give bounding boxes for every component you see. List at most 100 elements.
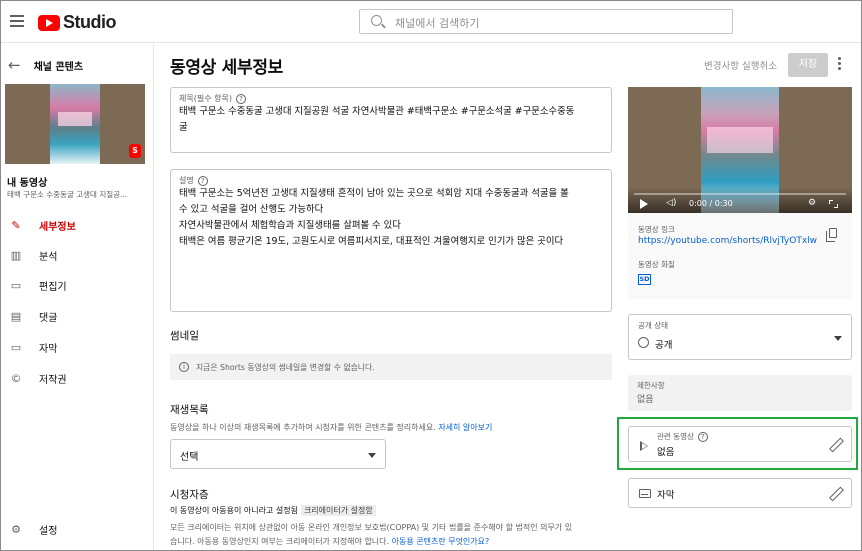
search-placeholder: 채널에서 검색하기 [395, 17, 480, 30]
dropdown-caret-icon [834, 336, 842, 341]
learn-more-link[interactable]: 자세히 알아보기 [438, 423, 492, 432]
back-arrow-icon: ← [8, 56, 21, 74]
search-icon [371, 15, 382, 26]
sidebar-item-analytics[interactable]: ▥ 분석 [1, 240, 153, 270]
visibility-label: 공개 상태 [638, 321, 668, 330]
progress-bar[interactable] [634, 193, 846, 195]
my-video-title: 내 동영상 [7, 178, 48, 189]
audience-text-line: 습니다. 아동용 동영상인지 여부는 크리에이터가 지정해야 합니다. 아동용 … [170, 535, 572, 549]
sidebar-item-subtitles[interactable]: ▭ 자막 [1, 332, 153, 362]
video-thumbnail[interactable]: S [5, 84, 145, 164]
related-video-value: 없음 [657, 447, 675, 458]
back-to-channel-content[interactable]: ← 채널 콘텐츠 [8, 56, 83, 74]
video-player[interactable]: ◁) 0:00 / 0:30 ⚙ [628, 87, 852, 213]
my-video-subtitle: 태백 구문소 수중동굴 고생대 지질공... [7, 190, 128, 199]
playlist-select[interactable]: 선택 [170, 439, 386, 469]
player-settings-icon[interactable]: ⚙ [808, 198, 816, 208]
fullscreen-icon[interactable] [829, 200, 838, 208]
edit-pencil-icon[interactable] [829, 438, 841, 450]
globe-icon [638, 337, 649, 348]
shorts-icon: S [129, 144, 141, 158]
edit-pencil-icon[interactable] [829, 487, 841, 499]
sidebar-item-label: 자막 [39, 343, 58, 355]
video-link[interactable]: https://youtube.com/shorts/RlvjTyOTxlw [638, 236, 817, 246]
title-field[interactable]: 제목(필수 항목) ? 태백 구문소 수중동굴 고생대 지질공원 석굴 자연사박… [170, 87, 612, 153]
audience-text-line2: 습니다. 아동용 동영상인지 여부는 크리에이터가 지정해야 합니다. [170, 537, 390, 546]
audience-text-line: 모든 크리에이터는 위치에 상관없이 아동 온라인 개인정보 보호법(COPPA… [170, 523, 573, 532]
copy-icon[interactable] [826, 228, 837, 242]
thumbnail-image [50, 84, 100, 164]
search-input[interactable]: 채널에서 검색하기 [359, 9, 733, 34]
audience-status-text: 이 동영상이 아동용이 아니라고 설정됨 [170, 506, 298, 515]
restrictions-value: 없음 [637, 395, 654, 405]
help-icon[interactable]: ? [697, 431, 708, 442]
help-icon[interactable]: ? [197, 175, 208, 186]
visibility-value: 공개 [655, 340, 673, 351]
kids-content-link[interactable]: 아동용 콘텐츠란 무엇인가요? [392, 537, 490, 546]
info-icon: i [179, 362, 189, 372]
copyright-icon: © [10, 371, 22, 385]
audience-section-title: 시청자층 [170, 489, 209, 501]
description-line: 자연사박물관에서 체험학습과 지질생태를 살펴볼 수 있다 [179, 220, 401, 231]
title-value: 태백 구문소 수중동굴 고생대 지질공원 석굴 자연사박물관 #태백구문소 #구… [179, 104, 574, 136]
title-value-line: 태백 구문소 수중동굴 고생대 지질공원 석굴 자연사박물관 #태백구문소 #구… [179, 106, 575, 117]
help-icon[interactable]: ? [235, 93, 246, 104]
restrictions-box: 제한사항 없음 [628, 375, 852, 411]
sidebar-item-label: 저작권 [39, 374, 67, 386]
sidebar-item-copyright[interactable]: © 저작권 [1, 363, 153, 393]
video-link-label: 동영상 링크 [638, 225, 675, 234]
subtitles-box[interactable]: 자막 [628, 478, 852, 508]
dropdown-caret-icon [368, 453, 376, 458]
creator-set-tag: 크리에이터가 설정함 [300, 505, 376, 516]
sidebar-item-settings[interactable]: ⚙ 설정 [1, 514, 153, 544]
subtitles-icon: ▭ [10, 340, 22, 354]
back-label: 채널 콘텐츠 [33, 61, 84, 73]
youtube-studio-logo[interactable]: Studio [38, 12, 117, 33]
thumbnail-notice-text: 지금은 Shorts 동영상의 썸네일을 변경할 수 없습니다. [196, 362, 375, 372]
undo-changes-button[interactable]: 변경사항 실행취소 [704, 58, 777, 72]
subtitles-icon [639, 489, 651, 498]
sidebar-item-label: 댓글 [39, 312, 58, 324]
related-video-label: 관련 동영상 ? [657, 431, 708, 442]
sidebar-item-details[interactable]: ✎ 세부정보 [1, 210, 153, 240]
visibility-select[interactable]: 공개 상태 공개 [628, 314, 852, 360]
description-field-label: 설명 ? [179, 175, 208, 186]
pencil-icon: ✎ [11, 218, 21, 232]
description-value: 태백 구문소는 5억년전 고생대 지질생태 흔적이 남아 있는 곳으로 석회암 … [179, 186, 569, 250]
playlist-description: 동영상을 하나 이상의 재생목록에 추가하여 시청자를 위한 콘텐츠를 정리하세… [170, 422, 492, 433]
subtitles-label: 자막 [657, 490, 675, 501]
quality-label: 동영상 화질 [638, 260, 675, 269]
play-icon[interactable] [640, 199, 648, 209]
menu-icon[interactable] [10, 15, 24, 27]
app-window: Studio 채널에서 검색하기 ← 채널 콘텐츠 S 내 동영상 태백 구문소… [0, 0, 862, 551]
description-line: 태백은 여름 평균기온 19도, 고원도시로 여름피서지로, 대표적인 겨울여행… [179, 236, 564, 247]
related-video-box[interactable]: 관련 동영상 ? 없음 [628, 426, 852, 462]
save-button[interactable]: 저장 [788, 53, 828, 77]
player-controls: ◁) 0:00 / 0:30 ⚙ [628, 187, 852, 213]
description-line: 수 있고 석굴을 걸어 산행도 가능하다 [179, 204, 324, 215]
comments-icon: ▤ [10, 309, 22, 323]
play-outline-icon [640, 441, 648, 451]
sidebar-item-comments[interactable]: ▤ 댓글 [1, 301, 153, 331]
playlist-section-title: 재생목록 [170, 404, 209, 416]
title-label-text: 제목(필수 항목) [179, 94, 232, 103]
logo-text: Studio [63, 12, 117, 32]
youtube-logo-icon [38, 14, 60, 31]
audience-explanation: 모든 크리에이터는 위치에 상관없이 아동 온라인 개인정보 보호법(COPPA… [170, 521, 572, 549]
title-value-line: 굴 [179, 122, 188, 133]
analytics-icon: ▥ [10, 248, 22, 262]
sidebar-item-label: 편집기 [39, 281, 67, 293]
title-field-label: 제목(필수 항목) ? [179, 93, 246, 104]
sidebar-item-label: 설정 [39, 525, 58, 537]
playlist-description-text: 동영상을 하나 이상의 재생목록에 추가하여 시청자를 위한 콘텐츠를 정리하세… [170, 423, 436, 432]
gear-icon: ⚙ [11, 522, 21, 536]
sidebar-item-editor[interactable]: ▭ 편집기 [1, 270, 153, 300]
player-time: 0:00 / 0:30 [689, 199, 733, 208]
volume-icon[interactable]: ◁) [666, 198, 676, 208]
more-options-icon[interactable] [838, 57, 842, 72]
playlist-select-value: 선택 [180, 452, 199, 463]
description-field[interactable]: 설명 ? 태백 구문소는 5억년전 고생대 지질생태 흔적이 남아 있는 곳으로… [170, 169, 612, 312]
sidebar-item-label: 세부정보 [39, 221, 76, 233]
sidebar-item-label: 분석 [39, 251, 58, 263]
sidebar: ← 채널 콘텐츠 S 내 동영상 태백 구문소 수중동굴 고생대 지질공... … [1, 44, 154, 550]
